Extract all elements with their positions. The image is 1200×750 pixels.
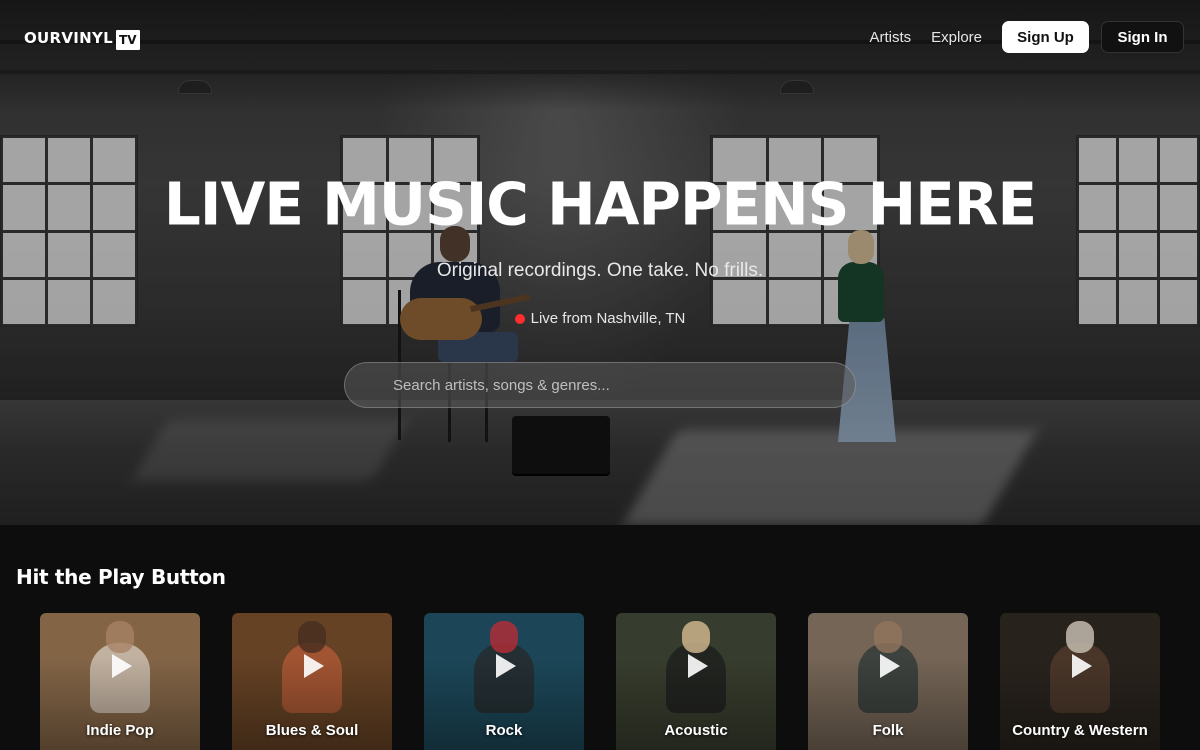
play-icon xyxy=(880,654,900,678)
search-input[interactable] xyxy=(393,376,833,394)
sign-up-button[interactable]: Sign Up xyxy=(1002,21,1089,53)
play-icon xyxy=(112,654,132,678)
play-icon xyxy=(304,654,324,678)
top-nav: Artists Explore Sign Up Sign In xyxy=(869,21,1184,53)
genre-card-blues-soul[interactable]: Blues & Soul xyxy=(232,613,392,750)
genre-label: Blues & Soul xyxy=(265,722,359,739)
hero-title: LIVE MUSIC HAPPENS HERE xyxy=(163,169,1037,239)
genre-label: Indie Pop xyxy=(86,722,154,739)
genre-label: Folk xyxy=(872,722,904,739)
genre-label: Country & Western xyxy=(1012,722,1148,739)
genre-card-indie-pop[interactable]: Indie Pop xyxy=(40,613,200,750)
live-dot-icon xyxy=(514,313,525,324)
nav-link-artists[interactable]: Artists xyxy=(869,29,911,46)
genre-card-rock[interactable]: Rock xyxy=(424,613,584,750)
genre-card-acoustic[interactable]: Acoustic xyxy=(616,613,776,750)
live-indicator: Live from Nashville, TN xyxy=(0,310,1200,327)
search-bar[interactable] xyxy=(344,362,856,408)
live-location-text: Live from Nashville, TN xyxy=(530,310,686,327)
logo-text: OURVINYL xyxy=(24,29,114,47)
genre-label: Rock xyxy=(485,722,523,739)
hero-subtitle: Original recordings. One take. No frills… xyxy=(436,260,764,281)
genre-label: Acoustic xyxy=(664,722,728,739)
sign-in-button[interactable]: Sign In xyxy=(1101,21,1184,53)
nav-link-explore[interactable]: Explore xyxy=(931,29,982,46)
site-logo[interactable]: OURVINYL TV xyxy=(24,26,140,50)
section-title: Hit the Play Button xyxy=(16,565,226,589)
play-icon xyxy=(496,654,516,678)
logo-tv-badge: TV xyxy=(116,30,140,50)
play-icon xyxy=(688,654,708,678)
genre-card-folk[interactable]: Folk xyxy=(808,613,968,750)
genre-card-country-western[interactable]: Country & Western xyxy=(1000,613,1160,750)
play-icon xyxy=(1072,654,1092,678)
